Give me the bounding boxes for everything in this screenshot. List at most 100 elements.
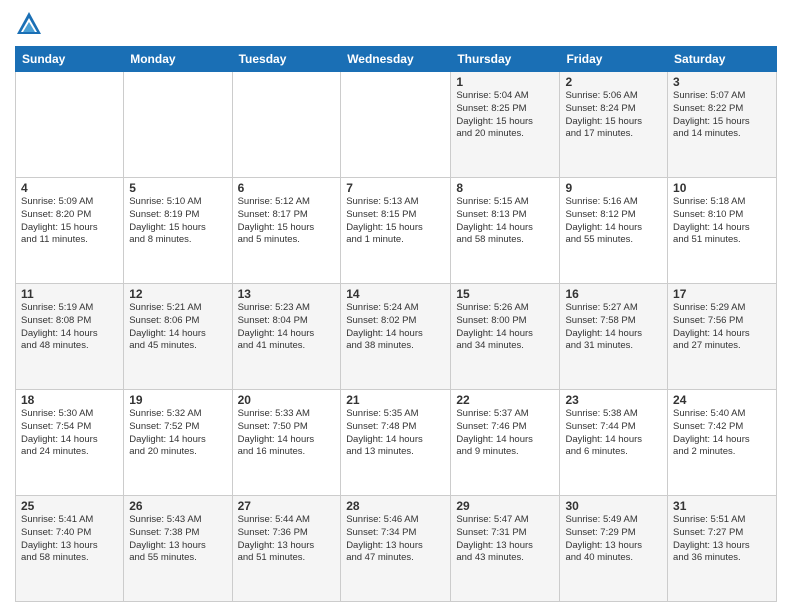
day-info: Sunrise: 5:30 AM Sunset: 7:54 PM Dayligh… [21,408,118,459]
day-number: 17 [673,287,771,301]
day-number: 8 [456,181,554,195]
day-cell: 22Sunrise: 5:37 AM Sunset: 7:46 PM Dayli… [451,390,560,496]
day-number: 26 [129,499,226,513]
day-cell [16,72,124,178]
day-number: 30 [565,499,662,513]
day-cell: 13Sunrise: 5:23 AM Sunset: 8:04 PM Dayli… [232,284,341,390]
day-info: Sunrise: 5:35 AM Sunset: 7:48 PM Dayligh… [346,408,445,459]
day-number: 4 [21,181,118,195]
day-info: Sunrise: 5:27 AM Sunset: 7:58 PM Dayligh… [565,302,662,353]
day-number: 13 [238,287,336,301]
day-info: Sunrise: 5:23 AM Sunset: 8:04 PM Dayligh… [238,302,336,353]
day-info: Sunrise: 5:38 AM Sunset: 7:44 PM Dayligh… [565,408,662,459]
day-info: Sunrise: 5:29 AM Sunset: 7:56 PM Dayligh… [673,302,771,353]
day-number: 12 [129,287,226,301]
weekday-header-thursday: Thursday [451,47,560,72]
header [15,10,777,38]
weekday-header-tuesday: Tuesday [232,47,341,72]
day-cell: 8Sunrise: 5:15 AM Sunset: 8:13 PM Daylig… [451,178,560,284]
day-info: Sunrise: 5:15 AM Sunset: 8:13 PM Dayligh… [456,196,554,247]
day-info: Sunrise: 5:46 AM Sunset: 7:34 PM Dayligh… [346,514,445,565]
weekday-header-row: SundayMondayTuesdayWednesdayThursdayFrid… [16,47,777,72]
day-cell: 5Sunrise: 5:10 AM Sunset: 8:19 PM Daylig… [124,178,232,284]
day-number: 27 [238,499,336,513]
week-row-4: 18Sunrise: 5:30 AM Sunset: 7:54 PM Dayli… [16,390,777,496]
calendar-table: SundayMondayTuesdayWednesdayThursdayFrid… [15,46,777,602]
day-cell: 24Sunrise: 5:40 AM Sunset: 7:42 PM Dayli… [668,390,777,496]
day-cell: 17Sunrise: 5:29 AM Sunset: 7:56 PM Dayli… [668,284,777,390]
day-info: Sunrise: 5:40 AM Sunset: 7:42 PM Dayligh… [673,408,771,459]
day-number: 11 [21,287,118,301]
day-number: 10 [673,181,771,195]
day-info: Sunrise: 5:49 AM Sunset: 7:29 PM Dayligh… [565,514,662,565]
day-info: Sunrise: 5:21 AM Sunset: 8:06 PM Dayligh… [129,302,226,353]
day-cell: 16Sunrise: 5:27 AM Sunset: 7:58 PM Dayli… [560,284,668,390]
day-cell: 28Sunrise: 5:46 AM Sunset: 7:34 PM Dayli… [341,496,451,602]
day-info: Sunrise: 5:10 AM Sunset: 8:19 PM Dayligh… [129,196,226,247]
day-cell: 4Sunrise: 5:09 AM Sunset: 8:20 PM Daylig… [16,178,124,284]
day-number: 24 [673,393,771,407]
day-cell: 19Sunrise: 5:32 AM Sunset: 7:52 PM Dayli… [124,390,232,496]
weekday-header-monday: Monday [124,47,232,72]
day-cell: 9Sunrise: 5:16 AM Sunset: 8:12 PM Daylig… [560,178,668,284]
day-number: 25 [21,499,118,513]
day-number: 2 [565,75,662,89]
day-number: 23 [565,393,662,407]
day-info: Sunrise: 5:41 AM Sunset: 7:40 PM Dayligh… [21,514,118,565]
day-number: 16 [565,287,662,301]
day-cell: 25Sunrise: 5:41 AM Sunset: 7:40 PM Dayli… [16,496,124,602]
page: SundayMondayTuesdayWednesdayThursdayFrid… [0,0,792,612]
day-info: Sunrise: 5:07 AM Sunset: 8:22 PM Dayligh… [673,90,771,141]
day-cell: 29Sunrise: 5:47 AM Sunset: 7:31 PM Dayli… [451,496,560,602]
day-number: 19 [129,393,226,407]
day-cell: 26Sunrise: 5:43 AM Sunset: 7:38 PM Dayli… [124,496,232,602]
day-cell: 20Sunrise: 5:33 AM Sunset: 7:50 PM Dayli… [232,390,341,496]
day-cell [341,72,451,178]
day-number: 7 [346,181,445,195]
day-number: 9 [565,181,662,195]
day-number: 14 [346,287,445,301]
day-number: 29 [456,499,554,513]
day-cell: 30Sunrise: 5:49 AM Sunset: 7:29 PM Dayli… [560,496,668,602]
day-number: 31 [673,499,771,513]
weekday-header-sunday: Sunday [16,47,124,72]
logo-icon [15,10,43,38]
day-cell: 23Sunrise: 5:38 AM Sunset: 7:44 PM Dayli… [560,390,668,496]
day-number: 15 [456,287,554,301]
day-cell: 7Sunrise: 5:13 AM Sunset: 8:15 PM Daylig… [341,178,451,284]
day-info: Sunrise: 5:12 AM Sunset: 8:17 PM Dayligh… [238,196,336,247]
logo [15,10,46,38]
day-info: Sunrise: 5:06 AM Sunset: 8:24 PM Dayligh… [565,90,662,141]
day-info: Sunrise: 5:19 AM Sunset: 8:08 PM Dayligh… [21,302,118,353]
day-cell: 6Sunrise: 5:12 AM Sunset: 8:17 PM Daylig… [232,178,341,284]
day-number: 1 [456,75,554,89]
day-cell: 14Sunrise: 5:24 AM Sunset: 8:02 PM Dayli… [341,284,451,390]
day-info: Sunrise: 5:37 AM Sunset: 7:46 PM Dayligh… [456,408,554,459]
day-number: 21 [346,393,445,407]
day-info: Sunrise: 5:32 AM Sunset: 7:52 PM Dayligh… [129,408,226,459]
day-info: Sunrise: 5:51 AM Sunset: 7:27 PM Dayligh… [673,514,771,565]
day-number: 3 [673,75,771,89]
day-cell: 3Sunrise: 5:07 AM Sunset: 8:22 PM Daylig… [668,72,777,178]
week-row-1: 1Sunrise: 5:04 AM Sunset: 8:25 PM Daylig… [16,72,777,178]
weekday-header-wednesday: Wednesday [341,47,451,72]
day-number: 20 [238,393,336,407]
weekday-header-friday: Friday [560,47,668,72]
day-number: 28 [346,499,445,513]
day-info: Sunrise: 5:13 AM Sunset: 8:15 PM Dayligh… [346,196,445,247]
weekday-header-saturday: Saturday [668,47,777,72]
day-info: Sunrise: 5:47 AM Sunset: 7:31 PM Dayligh… [456,514,554,565]
day-cell: 18Sunrise: 5:30 AM Sunset: 7:54 PM Dayli… [16,390,124,496]
day-info: Sunrise: 5:09 AM Sunset: 8:20 PM Dayligh… [21,196,118,247]
day-info: Sunrise: 5:26 AM Sunset: 8:00 PM Dayligh… [456,302,554,353]
day-cell: 11Sunrise: 5:19 AM Sunset: 8:08 PM Dayli… [16,284,124,390]
day-info: Sunrise: 5:44 AM Sunset: 7:36 PM Dayligh… [238,514,336,565]
day-info: Sunrise: 5:18 AM Sunset: 8:10 PM Dayligh… [673,196,771,247]
day-number: 5 [129,181,226,195]
week-row-5: 25Sunrise: 5:41 AM Sunset: 7:40 PM Dayli… [16,496,777,602]
day-cell [124,72,232,178]
day-cell: 15Sunrise: 5:26 AM Sunset: 8:00 PM Dayli… [451,284,560,390]
day-cell: 27Sunrise: 5:44 AM Sunset: 7:36 PM Dayli… [232,496,341,602]
day-cell: 1Sunrise: 5:04 AM Sunset: 8:25 PM Daylig… [451,72,560,178]
day-number: 18 [21,393,118,407]
